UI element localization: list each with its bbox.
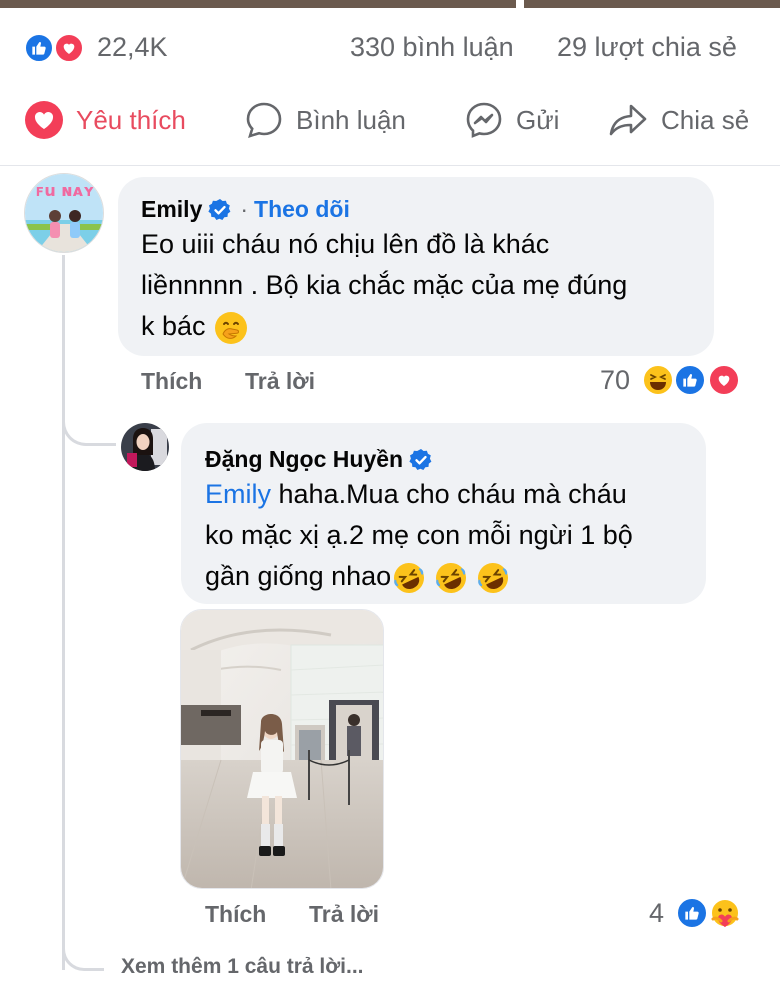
mention-link[interactable]: Emily [205, 479, 271, 509]
comments-count[interactable]: 330 bình luận [350, 32, 514, 63]
follow-button[interactable]: Theo dõi [254, 196, 350, 223]
care-icon [710, 898, 740, 928]
svg-text:ꜰu ɴᴀʏ: ꜰu ɴᴀʏ [35, 181, 94, 200]
comment-line: k bác [141, 306, 706, 347]
avatar[interactable]: ꜰu ɴᴀʏ [24, 173, 104, 253]
send-button[interactable]: Gửi [464, 100, 559, 140]
hand-over-mouth-emoji [215, 311, 248, 344]
share-icon [609, 104, 647, 136]
reply-line: gần giống nhao [205, 556, 700, 597]
like-reply-button[interactable]: Thích [205, 901, 266, 928]
share-button[interactable]: Chia sẻ [607, 100, 749, 140]
avatar[interactable] [121, 423, 169, 471]
heart-icon [25, 101, 63, 139]
reply-text: Emily haha.Mua cho cháu mà cháu ko mặc x… [205, 474, 700, 597]
comment-label: Bình luận [296, 104, 406, 135]
verified-badge-icon [208, 198, 231, 220]
share-label: Chia sẻ [661, 104, 750, 135]
rofl-emoji [478, 562, 509, 593]
reply-comment-button[interactable]: Trả lời [245, 368, 315, 395]
like-icon [676, 897, 708, 929]
reply-reaction-count[interactable]: 4 [649, 898, 664, 929]
post-reactions-summary[interactable] [24, 33, 90, 63]
reply-reactions[interactable] [676, 897, 744, 929]
like-icon [24, 33, 54, 63]
rofl-emoji [394, 562, 425, 593]
like-icon [674, 364, 706, 396]
comment-header: Emily · Theo dõi [141, 196, 350, 223]
thread-connector [62, 935, 104, 971]
reply-header: Đặng Ngọc Huyền [205, 446, 433, 473]
thread-line [62, 255, 65, 970]
comment-reactions[interactable] [642, 364, 742, 396]
separator-dot: · [240, 196, 249, 222]
comment-icon [246, 102, 282, 138]
reply-reply-button[interactable]: Trả lời [309, 901, 379, 928]
like-label: Yêu thích [76, 104, 186, 135]
reaction-count[interactable]: 22,4K [97, 32, 168, 63]
post-photo-strip[interactable] [0, 0, 780, 8]
send-label: Gửi [516, 104, 560, 135]
comment-line: Eo uiii cháu nó chịu lên đồ là khác [141, 229, 550, 259]
like-comment-button[interactable]: Thích [141, 368, 202, 395]
comment-text: Eo uiii cháu nó chịu lên đồ là khác liền… [141, 224, 706, 347]
reply-author[interactable]: Đặng Ngọc Huyền [205, 446, 403, 473]
reply-photo[interactable] [180, 609, 384, 889]
comment-button[interactable]: Bình luận [244, 100, 406, 140]
love-icon [54, 33, 84, 63]
shares-count[interactable]: 29 lượt chia sẻ [557, 32, 737, 63]
love-icon [708, 364, 740, 396]
comment-author[interactable]: Emily [141, 196, 202, 223]
thread-connector [62, 400, 116, 446]
like-button[interactable]: Yêu thích [24, 100, 186, 140]
divider [0, 165, 780, 166]
reply-line: ko mặc xị ạ.2 mẹ con mỗi ngừi 1 bộ [205, 520, 633, 550]
view-more-replies-link[interactable]: Xem thêm 1 câu trả lời... [121, 955, 364, 979]
rofl-emoji [436, 562, 467, 593]
comment-line: liềnnnnn . Bộ kia chắc mặc của mẹ đúng [141, 270, 628, 300]
comment-reaction-count[interactable]: 70 [600, 365, 630, 396]
messenger-icon [466, 102, 502, 138]
haha-icon [642, 364, 674, 396]
reply-line: Emily haha.Mua cho cháu mà cháu [205, 479, 627, 509]
verified-badge-icon [409, 448, 432, 470]
